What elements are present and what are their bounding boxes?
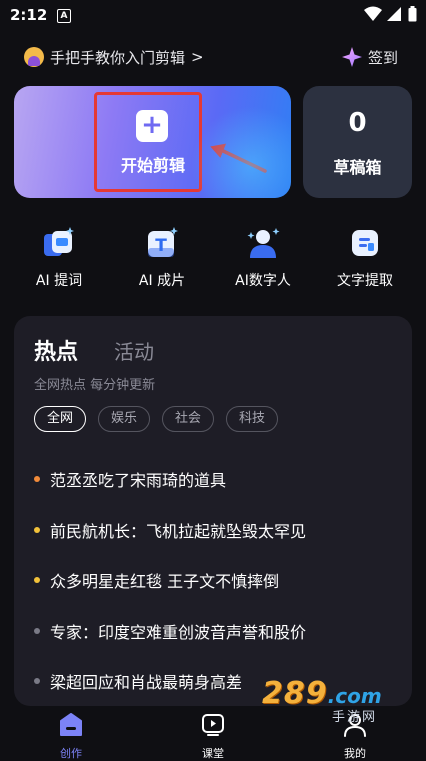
start-editing-card[interactable]: + 开始剪辑 (14, 86, 291, 198)
tab-activity[interactable]: 活动 (114, 336, 154, 365)
highlight-box (94, 92, 202, 192)
tool-ai-video[interactable]: T AI 成片 (117, 226, 207, 290)
tool-label: AI 提词 (35, 273, 83, 289)
chip-tech[interactable]: 科技 (226, 406, 279, 432)
news-text: 范丞丞吃了宋雨琦的道具 (50, 471, 227, 491)
create-icon (60, 713, 82, 736)
tool-label: AI数字人 (235, 273, 291, 289)
arrow-annotation-icon (210, 143, 267, 173)
drafts-card[interactable]: 0 草稿箱 (303, 86, 412, 198)
classroom-icon (202, 714, 224, 736)
tutorial-text: 手把手教你入门剪辑 (50, 48, 186, 67)
ai-prompt-icon (42, 226, 76, 260)
app-notification-icon: A (57, 9, 71, 23)
hot-subtitle: 全网热点 每分钟更新 (34, 378, 156, 393)
sparkle-icon (342, 47, 362, 67)
chip-society[interactable]: 社会 (162, 406, 215, 432)
list-item[interactable]: 前民航机长：飞机拉起就坠毁太罕见 (34, 505, 404, 556)
signal-icon (387, 7, 401, 21)
chip-entertainment[interactable]: 娱乐 (98, 406, 151, 432)
tool-label: 文字提取 (337, 273, 393, 289)
hot-topics-panel: 热点 活动 全网热点 每分钟更新 全网 娱乐 社会 科技 范丞丞吃了宋雨琦的道具… (14, 316, 412, 706)
news-text: 梁超回应和肖战最萌身高差 (50, 673, 243, 693)
list-item[interactable]: 范丞丞吃了宋雨琦的道具 (34, 454, 404, 505)
bullet-dot (34, 476, 40, 483)
plus-icon: + (136, 110, 168, 142)
category-chips: 全网 娱乐 社会 科技 (34, 406, 290, 432)
tool-ai-avatar[interactable]: AI数字人 (218, 226, 308, 290)
news-text: 众多明星走红毯 王子文不慎摔倒 (50, 572, 280, 592)
tutorial-link[interactable]: 手把手教你入门剪辑 > (24, 45, 204, 69)
news-list: 范丞丞吃了宋雨琦的道具 前民航机长：飞机拉起就坠毁太罕见 众多明星走红毯 王子文… (34, 454, 404, 706)
status-bar: 2:12 A (0, 0, 426, 32)
checkin-label: 签到 (368, 48, 399, 67)
bullet-dot (34, 526, 40, 533)
svg-text:T: T (155, 236, 167, 256)
watermark-logo: 289.com 手游网 (262, 676, 402, 725)
nav-create[interactable]: 创作 (41, 712, 101, 761)
tool-label: AI 成片 (138, 273, 186, 289)
tool-ai-prompt[interactable]: AI 提词 (14, 226, 104, 290)
bullet-dot (34, 678, 40, 685)
nav-classroom[interactable]: 课堂 (183, 712, 243, 761)
status-time: 2:12 (10, 6, 48, 24)
news-text: 专家：印度空难重创波音声誉和股价 (50, 622, 307, 642)
battery-icon (408, 6, 417, 22)
bullet-dot (34, 627, 40, 634)
ai-video-icon: T (145, 226, 179, 260)
drafts-count: 0 (348, 108, 367, 138)
checkin-button[interactable]: 签到 (342, 45, 398, 69)
watermark-subtitle: 手游网 (332, 710, 378, 725)
list-item[interactable]: 专家：印度空难重创波音声誉和股价 (34, 606, 404, 657)
ai-avatar-icon (246, 226, 280, 260)
start-editing-label: 开始剪辑 (120, 156, 185, 175)
drafts-label: 草稿箱 (333, 158, 382, 177)
tool-text-extract[interactable]: 文字提取 (320, 226, 410, 290)
chip-all[interactable]: 全网 (34, 406, 87, 432)
tutorial-avatar-icon (24, 47, 44, 67)
list-item[interactable]: 众多明星走红毯 王子文不慎摔倒 (34, 555, 404, 606)
watermark-number: 289 (262, 676, 328, 711)
text-extract-icon (348, 226, 382, 260)
wifi-icon (364, 6, 382, 21)
chevron-right-icon: > (191, 48, 204, 66)
tab-hot[interactable]: 热点 (31, 334, 83, 366)
watermark-domain: .com (327, 684, 382, 708)
bullet-dot (34, 577, 40, 584)
news-text: 前民航机长：飞机拉起就坠毁太罕见 (50, 521, 307, 541)
